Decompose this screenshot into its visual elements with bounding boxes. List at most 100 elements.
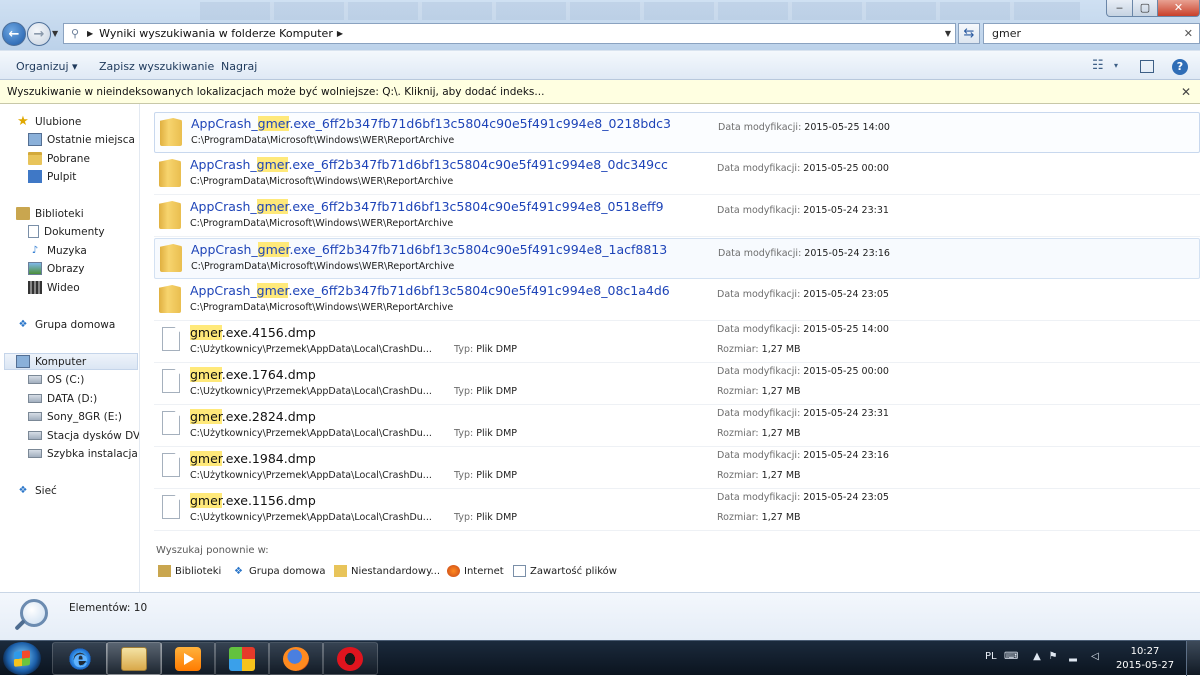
search-results-list: AppCrash_gmer.exe_6ff2b347fb71d6bf13c580… (140, 104, 1200, 592)
preview-pane-icon[interactable] (1140, 60, 1154, 73)
libraries-icon (158, 565, 171, 577)
info-bar-text[interactable]: Wyszukiwanie w nieindeksowanych lokaliza… (7, 86, 544, 98)
file-row[interactable]: gmer.exe.4156.dmp C:\Użytkownicy\Przemek\… (154, 322, 1200, 363)
change-view-icon[interactable]: ☷ (1092, 58, 1104, 73)
taskbar-explorer[interactable] (106, 642, 162, 675)
network-signal-icon[interactable]: ▂ (1066, 651, 1080, 663)
address-bar[interactable]: ⚲ ▶ Wyniki wyszukiwania w folderze Kompu… (63, 23, 956, 44)
sidebar-item-documents[interactable]: Dokumenty (28, 223, 105, 240)
forward-button[interactable]: → (27, 22, 51, 46)
breadcrumb[interactable]: Wyniki wyszukiwania w folderze Komputer (99, 27, 333, 40)
arrow-right-icon: → (33, 26, 45, 42)
date-value: 2015-05-24 23:16 (804, 248, 890, 259)
file-name[interactable]: gmer.exe.1984.dmp (190, 451, 316, 466)
index-info-bar[interactable]: Wyszukiwanie w nieindeksowanych lokaliza… (0, 80, 1200, 104)
name-prefix: AppCrash_ (191, 242, 258, 257)
search-again-file-contents[interactable]: Zawartość plików (513, 565, 617, 577)
installer-icon (229, 646, 255, 671)
burn-button[interactable]: Nagraj (221, 60, 257, 73)
sidebar-item-drive-d[interactable]: DATA (D:) (28, 390, 97, 407)
sidebar-item-drive-e[interactable]: Sony_8GR (E:) (28, 408, 122, 425)
file-row[interactable]: gmer.exe.1984.dmp C:\Użytkownicy\Przemek\… (154, 448, 1200, 489)
file-row[interactable]: gmer.exe.2824.dmp C:\Użytkownicy\Przemek\… (154, 406, 1200, 447)
chevron-right-icon[interactable]: ▶ (87, 29, 93, 38)
close-button[interactable]: ✕ (1157, 0, 1200, 17)
file-row[interactable]: gmer.exe.1156.dmp C:\Użytkownicy\Przemek\… (154, 490, 1200, 531)
sidebar-item-homegroup[interactable]: ❖ Grupa domowa (16, 316, 116, 333)
volume-icon[interactable]: ◁ (1088, 651, 1102, 663)
name-suffix: .exe.1984.dmp (221, 451, 316, 466)
file-name[interactable]: AppCrash_gmer.exe_6ff2b347fb71d6bf13c580… (191, 116, 671, 131)
language-indicator[interactable]: PL (985, 651, 997, 662)
file-name[interactable]: AppCrash_gmer.exe_6ff2b347fb71d6bf13c580… (190, 283, 670, 298)
sidebar-item-downloads[interactable]: Pobrane (28, 150, 90, 167)
clear-search-icon[interactable]: ✕ (1184, 24, 1193, 43)
sidebar-item-network[interactable]: ❖ Sieć (16, 482, 57, 499)
sidebar-item-drive-c[interactable]: OS (C:) (28, 371, 84, 388)
sidebar-item-favorites[interactable]: ★ Ulubione (16, 113, 81, 130)
search-again-libraries[interactable]: Biblioteki (158, 565, 221, 577)
refresh-button[interactable]: ⇆ (958, 23, 980, 44)
minimize-button[interactable]: ‒ (1106, 0, 1133, 17)
item-count: Elementów: 10 (69, 602, 148, 614)
start-button[interactable] (3, 642, 41, 675)
search-again-homegroup[interactable]: ❖ Grupa domowa (232, 565, 325, 577)
file-row[interactable]: gmer.exe.1764.dmp C:\Użytkownicy\Przemek\… (154, 364, 1200, 405)
file-name[interactable]: gmer.exe.1156.dmp (190, 493, 316, 508)
folder-row[interactable]: AppCrash_gmer.exe_6ff2b347fb71d6bf13c580… (154, 112, 1200, 153)
file-name[interactable]: gmer.exe.1764.dmp (190, 367, 316, 382)
star-icon: ★ (17, 114, 29, 129)
help-icon[interactable]: ? (1172, 59, 1188, 75)
address-dropdown[interactable]: ▼ (945, 29, 951, 38)
view-options-dropdown[interactable]: ▾ (1114, 61, 1118, 70)
sidebar-item-computer[interactable]: Komputer (4, 353, 138, 370)
sidebar-item-dvd-drive[interactable]: Stacja dysków DVD F (28, 427, 139, 444)
show-desktop-button[interactable] (1186, 641, 1200, 676)
clock[interactable]: 10:27 2015-05-27 (1115, 645, 1175, 673)
file-name[interactable]: AppCrash_gmer.exe_6ff2b347fb71d6bf13c580… (190, 199, 664, 214)
taskbar-internet-explorer[interactable] (52, 642, 108, 675)
sidebar-item-quick-install[interactable]: Szybka instalacja pal (28, 445, 139, 462)
sidebar-item-music[interactable]: ♪ Muzyka (28, 242, 87, 259)
search-again-custom[interactable]: Niestandardowy... (334, 565, 440, 577)
file-type: Typ: Plik DMP (454, 470, 517, 481)
taskbar-firefox[interactable] (268, 642, 324, 675)
recent-pages-dropdown[interactable]: ▼ (52, 29, 58, 38)
keyboard-icon[interactable]: ⌨ (1004, 651, 1018, 663)
maximize-button[interactable]: ▢ (1132, 0, 1158, 17)
downloads-folder-icon (28, 152, 42, 165)
back-button[interactable]: ← (2, 22, 26, 46)
search-hit-highlight: gmer (257, 116, 290, 131)
file-name[interactable]: AppCrash_gmer.exe_6ff2b347fb71d6bf13c580… (190, 157, 668, 172)
date-value: 2015-05-24 23:16 (803, 450, 889, 461)
taskbar: PL ⌨ ▲ ⚑ ▂ ◁ 10:27 2015-05-27 (0, 640, 1200, 676)
taskbar-media-player[interactable] (160, 642, 216, 675)
taskbar-opera[interactable] (322, 642, 378, 675)
file-name[interactable]: gmer.exe.4156.dmp (190, 325, 316, 340)
save-search-button[interactable]: Zapisz wyszukiwanie (99, 60, 214, 73)
search-input[interactable]: gmer ✕ (983, 23, 1200, 44)
sidebar-item-videos[interactable]: Wideo (28, 279, 80, 296)
organize-button[interactable]: Organizuj ▾ (16, 60, 78, 73)
file-name[interactable]: AppCrash_gmer.exe_6ff2b347fb71d6bf13c580… (191, 242, 667, 257)
folder-row[interactable]: AppCrash_gmer.exe_6ff2b347fb71d6bf13c580… (154, 196, 1200, 237)
size-value: 1,27 MB (761, 470, 801, 481)
sidebar-item-recent-places[interactable]: Ostatnie miejsca (28, 131, 135, 148)
folder-row[interactable]: AppCrash_gmer.exe_6ff2b347fb71d6bf13c580… (154, 154, 1200, 195)
sidebar-item-pictures[interactable]: Obrazy (28, 260, 84, 277)
show-hidden-icons[interactable]: ▲ (1030, 651, 1044, 663)
type-value: Plik DMP (476, 512, 517, 523)
type-value: Plik DMP (476, 344, 517, 355)
folder-row[interactable]: AppCrash_gmer.exe_6ff2b347fb71d6bf13c580… (154, 238, 1200, 279)
taskbar-installer[interactable] (214, 642, 270, 675)
action-center-icon[interactable]: ⚑ (1046, 651, 1060, 663)
pictures-icon (28, 262, 42, 275)
sidebar-item-libraries[interactable]: Biblioteki (16, 205, 84, 222)
file-name[interactable]: gmer.exe.2824.dmp (190, 409, 316, 424)
close-icon[interactable]: ✕ (1181, 85, 1191, 99)
file-path: C:\Użytkownicy\Przemek\AppData\Local\Cra… (190, 512, 432, 523)
search-again-internet[interactable]: Internet (447, 565, 504, 577)
sidebar-item-desktop[interactable]: Pulpit (28, 168, 76, 185)
folder-row[interactable]: AppCrash_gmer.exe_6ff2b347fb71d6bf13c580… (154, 280, 1200, 321)
chevron-right-icon[interactable]: ▶ (337, 29, 343, 38)
